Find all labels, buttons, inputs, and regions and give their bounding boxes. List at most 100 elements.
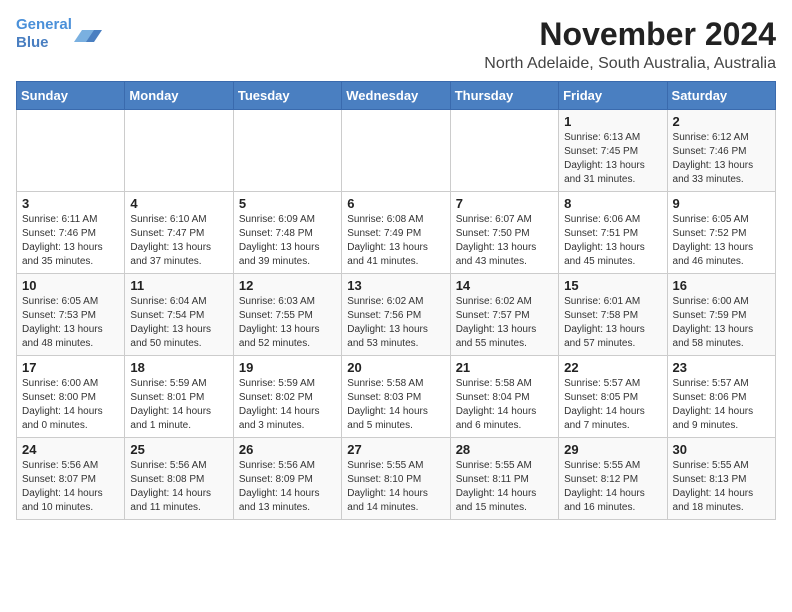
day-info: Sunrise: 6:06 AMSunset: 7:51 PMDaylight:…	[564, 213, 661, 269]
calendar-cell: 1 Sunrise: 6:13 AMSunset: 7:45 PMDaylight…	[559, 110, 667, 192]
calendar: SundayMondayTuesdayWednesdayThursdayFrid…	[16, 81, 776, 520]
calendar-cell: 16Sunrise: 6:00 AMSunset: 7:59 PMDayligh…	[667, 274, 775, 356]
calendar-cell	[342, 110, 450, 192]
day-number: 23	[673, 360, 770, 375]
calendar-week: 1 Sunrise: 6:13 AMSunset: 7:45 PMDaylight…	[17, 110, 776, 192]
day-info: Sunrise: 6:04 AMSunset: 7:54 PMDaylight:…	[130, 295, 227, 351]
day-number: 10	[22, 278, 119, 293]
day-info: Sunrise: 6:07 AMSunset: 7:50 PMDaylight:…	[456, 213, 553, 269]
calendar-cell: 29 Sunrise: 5:55 AMSunset: 8:12 PMDayligh…	[559, 438, 667, 520]
logo: General Blue	[16, 16, 102, 52]
day-number: 12	[239, 278, 336, 293]
calendar-cell: 22 Sunrise: 5:57 AMSunset: 8:05 PMDayligh…	[559, 356, 667, 438]
day-info: Sunrise: 5:59 AMSunset: 8:02 PMDaylight:…	[239, 377, 336, 433]
day-info: Sunrise: 6:00 AMSunset: 8:00 PMDaylight:…	[22, 377, 119, 433]
day-number: 28	[456, 442, 553, 457]
calendar-cell: 21Sunrise: 5:58 AMSunset: 8:04 PMDayligh…	[450, 356, 558, 438]
day-info: Sunrise: 6:00 AMSunset: 7:59 PMDaylight:…	[673, 295, 770, 351]
calendar-week: 24Sunrise: 5:56 AMSunset: 8:07 PMDayligh…	[17, 438, 776, 520]
day-info: Sunrise: 6:10 AMSunset: 7:47 PMDaylight:…	[130, 213, 227, 269]
day-info: Sunrise: 6:12 AMSunset: 7:46 PMDaylight:…	[673, 131, 770, 187]
calendar-cell	[233, 110, 341, 192]
calendar-cell: 11Sunrise: 6:04 AMSunset: 7:54 PMDayligh…	[125, 274, 233, 356]
calendar-cell: 24Sunrise: 5:56 AMSunset: 8:07 PMDayligh…	[17, 438, 125, 520]
day-info: Sunrise: 6:03 AMSunset: 7:55 PMDaylight:…	[239, 295, 336, 351]
calendar-cell: 2 Sunrise: 6:12 AMSunset: 7:46 PMDaylight…	[667, 110, 775, 192]
logo-icon	[74, 20, 102, 48]
logo-text: General Blue	[16, 16, 72, 52]
day-number: 8	[564, 196, 661, 211]
main-title: November 2024	[484, 16, 776, 53]
day-info: Sunrise: 6:13 AMSunset: 7:45 PMDaylight:…	[564, 131, 661, 187]
calendar-body: 1 Sunrise: 6:13 AMSunset: 7:45 PMDaylight…	[17, 110, 776, 520]
logo-general: General	[16, 16, 72, 33]
day-number: 17	[22, 360, 119, 375]
day-number: 29	[564, 442, 661, 457]
calendar-cell: 18 Sunrise: 5:59 AMSunset: 8:01 PMDayligh…	[125, 356, 233, 438]
day-number: 15	[564, 278, 661, 293]
day-number: 6	[347, 196, 444, 211]
subtitle: North Adelaide, South Australia, Austral…	[484, 55, 776, 73]
calendar-cell: 9Sunrise: 6:05 AMSunset: 7:52 PMDaylight…	[667, 192, 775, 274]
header-day: Saturday	[667, 82, 775, 110]
day-info: Sunrise: 5:55 AMSunset: 8:11 PMDaylight:…	[456, 459, 553, 515]
day-number: 14	[456, 278, 553, 293]
day-info: Sunrise: 6:02 AMSunset: 7:56 PMDaylight:…	[347, 295, 444, 351]
day-info: Sunrise: 5:57 AMSunset: 8:06 PMDaylight:…	[673, 377, 770, 433]
day-info: Sunrise: 5:56 AMSunset: 8:09 PMDaylight:…	[239, 459, 336, 515]
calendar-cell: 12 Sunrise: 6:03 AMSunset: 7:55 PMDayligh…	[233, 274, 341, 356]
day-info: Sunrise: 5:55 AMSunset: 8:13 PMDaylight:…	[673, 459, 770, 515]
header: General Blue November 2024 North Adelaid…	[16, 16, 776, 73]
day-number: 19	[239, 360, 336, 375]
header-row: SundayMondayTuesdayWednesdayThursdayFrid…	[17, 82, 776, 110]
calendar-cell	[17, 110, 125, 192]
day-info: Sunrise: 5:59 AMSunset: 8:01 PMDaylight:…	[130, 377, 227, 433]
day-info: Sunrise: 6:02 AMSunset: 7:57 PMDaylight:…	[456, 295, 553, 351]
day-info: Sunrise: 6:08 AMSunset: 7:49 PMDaylight:…	[347, 213, 444, 269]
calendar-week: 3Sunrise: 6:11 AMSunset: 7:46 PMDaylight…	[17, 192, 776, 274]
calendar-cell: 7 Sunrise: 6:07 AMSunset: 7:50 PMDaylight…	[450, 192, 558, 274]
calendar-cell	[450, 110, 558, 192]
calendar-cell: 3Sunrise: 6:11 AMSunset: 7:46 PMDaylight…	[17, 192, 125, 274]
day-info: Sunrise: 6:01 AMSunset: 7:58 PMDaylight:…	[564, 295, 661, 351]
calendar-cell: 26Sunrise: 5:56 AMSunset: 8:09 PMDayligh…	[233, 438, 341, 520]
header-day: Thursday	[450, 82, 558, 110]
calendar-cell: 4Sunrise: 6:10 AMSunset: 7:47 PMDaylight…	[125, 192, 233, 274]
day-number: 20	[347, 360, 444, 375]
day-number: 18	[130, 360, 227, 375]
day-number: 13	[347, 278, 444, 293]
day-number: 27	[347, 442, 444, 457]
calendar-cell: 23 Sunrise: 5:57 AMSunset: 8:06 PMDayligh…	[667, 356, 775, 438]
calendar-cell: 25 Sunrise: 5:56 AMSunset: 8:08 PMDayligh…	[125, 438, 233, 520]
day-info: Sunrise: 5:55 AMSunset: 8:10 PMDaylight:…	[347, 459, 444, 515]
calendar-week: 17 Sunrise: 6:00 AMSunset: 8:00 PMDayligh…	[17, 356, 776, 438]
day-info: Sunrise: 5:58 AMSunset: 8:03 PMDaylight:…	[347, 377, 444, 433]
day-info: Sunrise: 5:58 AMSunset: 8:04 PMDaylight:…	[456, 377, 553, 433]
day-info: Sunrise: 6:05 AMSunset: 7:53 PMDaylight:…	[22, 295, 119, 351]
day-info: Sunrise: 6:09 AMSunset: 7:48 PMDaylight:…	[239, 213, 336, 269]
calendar-cell: 30 Sunrise: 5:55 AMSunset: 8:13 PMDayligh…	[667, 438, 775, 520]
day-info: Sunrise: 5:56 AMSunset: 8:08 PMDaylight:…	[130, 459, 227, 515]
calendar-cell: 19 Sunrise: 5:59 AMSunset: 8:02 PMDayligh…	[233, 356, 341, 438]
calendar-cell: 27 Sunrise: 5:55 AMSunset: 8:10 PMDayligh…	[342, 438, 450, 520]
day-number: 2	[673, 114, 770, 129]
day-number: 7	[456, 196, 553, 211]
calendar-cell: 8 Sunrise: 6:06 AMSunset: 7:51 PMDaylight…	[559, 192, 667, 274]
day-info: Sunrise: 5:57 AMSunset: 8:05 PMDaylight:…	[564, 377, 661, 433]
calendar-cell: 5 Sunrise: 6:09 AMSunset: 7:48 PMDaylight…	[233, 192, 341, 274]
day-number: 22	[564, 360, 661, 375]
header-day: Monday	[125, 82, 233, 110]
day-number: 25	[130, 442, 227, 457]
day-number: 24	[22, 442, 119, 457]
logo-blue: Blue	[16, 34, 49, 51]
calendar-cell: 15 Sunrise: 6:01 AMSunset: 7:58 PMDayligh…	[559, 274, 667, 356]
header-day: Sunday	[17, 82, 125, 110]
day-number: 5	[239, 196, 336, 211]
calendar-header: SundayMondayTuesdayWednesdayThursdayFrid…	[17, 82, 776, 110]
calendar-cell: 28 Sunrise: 5:55 AMSunset: 8:11 PMDayligh…	[450, 438, 558, 520]
calendar-cell: 10 Sunrise: 6:05 AMSunset: 7:53 PMDayligh…	[17, 274, 125, 356]
day-number: 30	[673, 442, 770, 457]
day-info: Sunrise: 6:11 AMSunset: 7:46 PMDaylight:…	[22, 213, 119, 269]
day-number: 1	[564, 114, 661, 129]
day-info: Sunrise: 5:55 AMSunset: 8:12 PMDaylight:…	[564, 459, 661, 515]
